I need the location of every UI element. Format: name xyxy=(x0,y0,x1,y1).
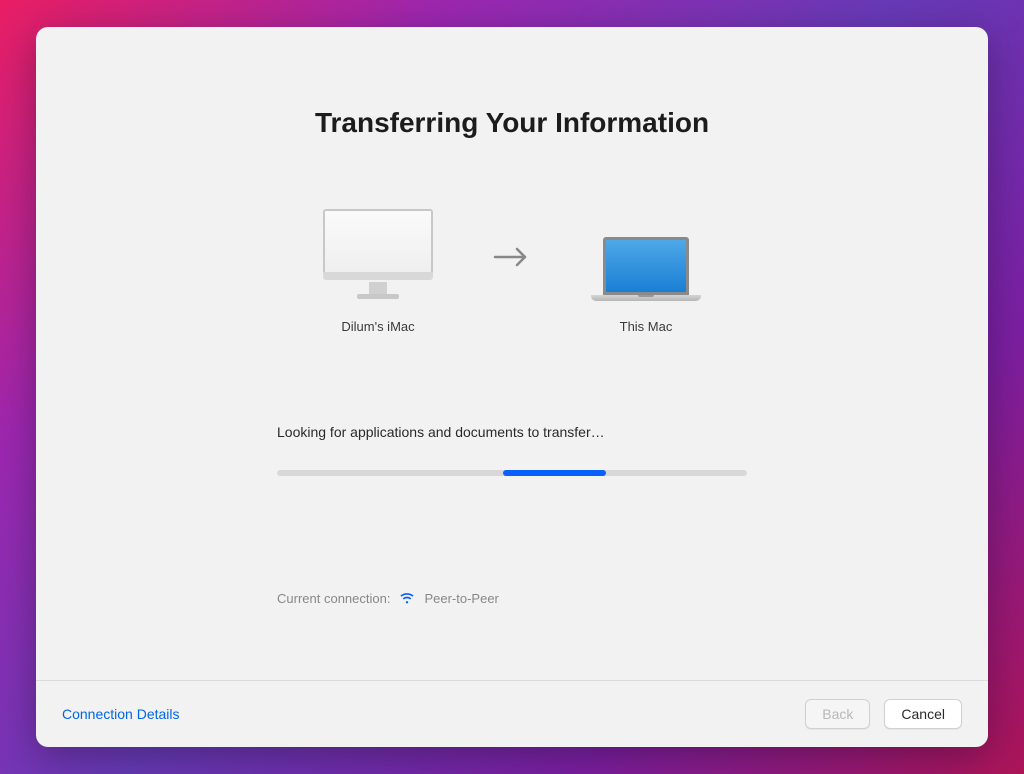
source-device: Dilum's iMac xyxy=(303,209,453,334)
progress-bar xyxy=(277,470,747,476)
connection-label: Current connection: xyxy=(277,591,390,606)
source-device-label: Dilum's iMac xyxy=(341,319,414,334)
connection-type: Peer-to-Peer xyxy=(424,591,498,606)
target-device-label: This Mac xyxy=(620,319,673,334)
back-button: Back xyxy=(805,699,870,729)
status-text: Looking for applications and documents t… xyxy=(277,424,747,440)
content-area: Transferring Your Information Dilum's iM… xyxy=(36,27,988,680)
imac-icon xyxy=(323,209,433,301)
connection-info: Current connection: Peer-to-Peer xyxy=(277,591,747,606)
progress-section: Looking for applications and documents t… xyxy=(277,424,747,606)
arrow-right-icon xyxy=(493,245,531,269)
footer-buttons: Back Cancel xyxy=(805,699,962,729)
macbook-icon xyxy=(586,209,706,301)
page-title: Transferring Your Information xyxy=(315,107,709,139)
footer: Connection Details Back Cancel xyxy=(36,680,988,747)
devices-row: Dilum's iMac This Mac xyxy=(303,209,721,334)
connection-details-link[interactable]: Connection Details xyxy=(62,706,180,722)
migration-assistant-window: Transferring Your Information Dilum's iM… xyxy=(36,27,988,747)
cancel-button[interactable]: Cancel xyxy=(884,699,962,729)
progress-bar-fill xyxy=(503,470,606,476)
target-device: This Mac xyxy=(571,209,721,334)
wifi-icon xyxy=(400,593,414,604)
